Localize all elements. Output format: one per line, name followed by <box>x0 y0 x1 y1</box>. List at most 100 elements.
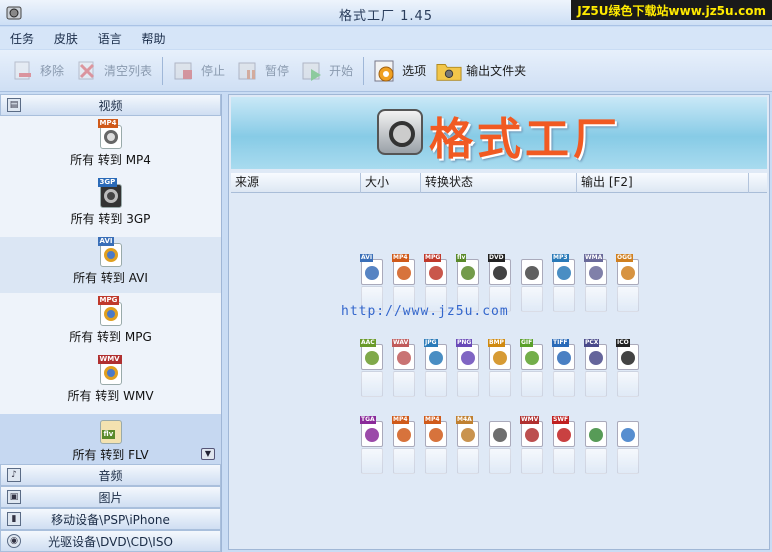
format-icon: TIFF <box>549 339 581 405</box>
start-button[interactable]: 开始 <box>299 55 353 87</box>
flv-file-icon: flv <box>98 414 124 444</box>
column-source[interactable]: 来源 <box>231 173 361 193</box>
output-folder-button[interactable]: 输出文件夹 <box>436 55 526 87</box>
start-label: 开始 <box>329 64 354 78</box>
image-category-header[interactable]: ▣ 图片 <box>0 486 221 508</box>
column-output[interactable]: 输出 [F2] <box>577 173 749 193</box>
stop-icon <box>171 58 197 84</box>
3gp-file-icon: 3GP <box>97 178 124 208</box>
menu-skin[interactable]: 皮肤 <box>48 27 84 50</box>
format-icon: SWF <box>549 416 581 482</box>
format-icon: PNG <box>453 339 485 405</box>
menu-task[interactable]: 任务 <box>4 27 40 50</box>
video-format-list: MP4 所有 转到 MP4 3GP 所有 转到 3GP AVI 所有 转到 AV… <box>0 116 221 464</box>
task-panel: 格式工厂 来源 大小 转换状态 输出 [F2] AVI MP4 MPG flv DVD M… <box>228 94 770 550</box>
convert-to-3gp-item[interactable]: 3GP 所有 转到 3GP <box>0 178 221 234</box>
format-icon: MP4 <box>389 416 421 482</box>
convert-to-wmv-item[interactable]: WMV 所有 转到 WMV <box>0 355 221 411</box>
mpg-file-icon: MPG <box>97 296 124 326</box>
format-icon: MP4 <box>421 416 453 482</box>
convert-to-mp4-item[interactable]: MP4 所有 转到 MP4 <box>0 119 221 175</box>
video-category-header[interactable]: ▤ 视频 <box>0 94 221 116</box>
convert-to-mpg-item[interactable]: MPG 所有 转到 MPG <box>0 296 221 352</box>
format-icon <box>613 416 645 482</box>
format-icon: WMA <box>581 254 613 320</box>
menu-bar: 任务 皮肤 语言 帮助 <box>0 27 772 49</box>
video-category-label: 视频 <box>98 98 123 113</box>
optical-category-header[interactable]: ◉ 光驱设备\DVD\CD\ISO <box>0 530 221 552</box>
output-folder-label: 输出文件夹 <box>466 64 527 78</box>
options-label: 选项 <box>402 64 427 78</box>
list-item-label: 所有 转到 3GP <box>70 212 151 226</box>
clear-list-label: 清空列表 <box>104 64 153 78</box>
audio-icon: ♪ <box>7 468 21 482</box>
clear-list-button[interactable]: 清空列表 <box>74 55 152 87</box>
mobile-category-header[interactable]: ▮ 移动设备\PSP\iPhone <box>0 508 221 530</box>
mobile-category-label: 移动设备\PSP\iPhone <box>51 512 170 527</box>
title-bar: 格式工厂 1.45 JZ5U绿色下载站www.jz5u.com <box>0 0 772 26</box>
list-item-label: 所有 转到 WMV <box>67 389 154 403</box>
stop-label: 停止 <box>201 64 226 78</box>
audio-category-header[interactable]: ♪ 音频 <box>0 464 221 486</box>
stop-button[interactable]: 停止 <box>171 55 225 87</box>
pause-button[interactable]: 暂停 <box>235 55 289 87</box>
wmv-file-icon: WMV <box>97 355 124 385</box>
format-icon <box>517 254 549 320</box>
task-table-header: 来源 大小 转换状态 输出 [F2] <box>231 173 767 193</box>
avi-file-icon: AVI <box>97 237 124 267</box>
format-icon: M4A <box>453 416 485 482</box>
list-item-label: 所有 转到 FLV <box>72 448 149 462</box>
remove-icon <box>10 58 36 84</box>
format-icon: MP3 <box>549 254 581 320</box>
convert-to-avi-item[interactable]: AVI 所有 转到 AVI <box>0 237 221 293</box>
remove-label: 移除 <box>40 64 65 78</box>
disc-icon: ◉ <box>7 534 21 548</box>
options-button[interactable]: 选项 <box>372 55 426 87</box>
convert-to-flv-item[interactable]: flv 所有 转到 FLV <box>0 414 221 464</box>
toolbar: 移除 清空列表 停止 暂停 开始 选项 输出文件夹 <box>0 50 772 92</box>
list-item-label: 所有 转到 AVI <box>73 271 148 285</box>
format-icon: JPG <box>421 339 453 405</box>
scroll-down-button[interactable]: ▼ <box>201 448 215 460</box>
remove-button[interactable]: 移除 <box>10 55 64 87</box>
format-factory-logo-icon <box>377 109 423 155</box>
format-icon <box>581 416 613 482</box>
folder-icon <box>436 58 462 84</box>
video-icon: ▤ <box>7 98 21 112</box>
column-status[interactable]: 转换状态 <box>421 173 577 193</box>
pause-icon <box>235 58 261 84</box>
format-icon: WAV <box>389 339 421 405</box>
format-icon: GIF <box>517 339 549 405</box>
format-icon: PCX <box>581 339 613 405</box>
image-category-label: 图片 <box>98 490 123 505</box>
menu-language[interactable]: 语言 <box>92 27 128 50</box>
banner-title: 格式工厂 <box>429 114 621 165</box>
format-icon: OGG <box>613 254 645 320</box>
column-size[interactable]: 大小 <box>361 173 421 193</box>
start-icon <box>299 58 325 84</box>
toolbar-separator <box>363 56 365 85</box>
format-icon <box>485 416 517 482</box>
format-icon: ICO <box>613 339 645 405</box>
options-gear-icon <box>372 58 398 84</box>
site-watermark: JZ5U绿色下载站www.jz5u.com <box>571 0 772 20</box>
url-watermark: http://www.jz5u.com <box>341 304 509 319</box>
app-banner: 格式工厂 <box>231 97 767 169</box>
audio-category-label: 音频 <box>98 468 123 483</box>
list-item-label: 所有 转到 MPG <box>69 330 152 344</box>
mp4-file-icon: MP4 <box>97 119 124 149</box>
format-icon: TGA <box>357 416 389 482</box>
menu-help[interactable]: 帮助 <box>136 27 172 50</box>
task-list[interactable]: AVI MP4 MPG flv DVD MP3 WMA OGG AAC WAV JPG PNG BMP G… <box>231 194 767 548</box>
image-icon: ▣ <box>7 490 21 504</box>
pause-label: 暂停 <box>265 64 290 78</box>
format-icon-row: TGA MP4 MP4 M4A WMV SWF <box>357 416 647 482</box>
mobile-device-icon: ▮ <box>7 512 21 526</box>
format-icon: AAC <box>357 339 389 405</box>
optical-category-label: 光驱设备\DVD\CD\ISO <box>48 534 173 549</box>
format-icon-row: AAC WAV JPG PNG BMP GIF TIFF PCX ICO <box>357 339 647 405</box>
format-icon: BMP <box>485 339 517 405</box>
list-item-label: 所有 转到 MP4 <box>70 153 151 167</box>
category-panel: ▤ 视频 MP4 所有 转到 MP4 3GP 所有 转到 3GP AVI 所有 … <box>0 94 222 552</box>
clear-list-icon <box>74 58 100 84</box>
